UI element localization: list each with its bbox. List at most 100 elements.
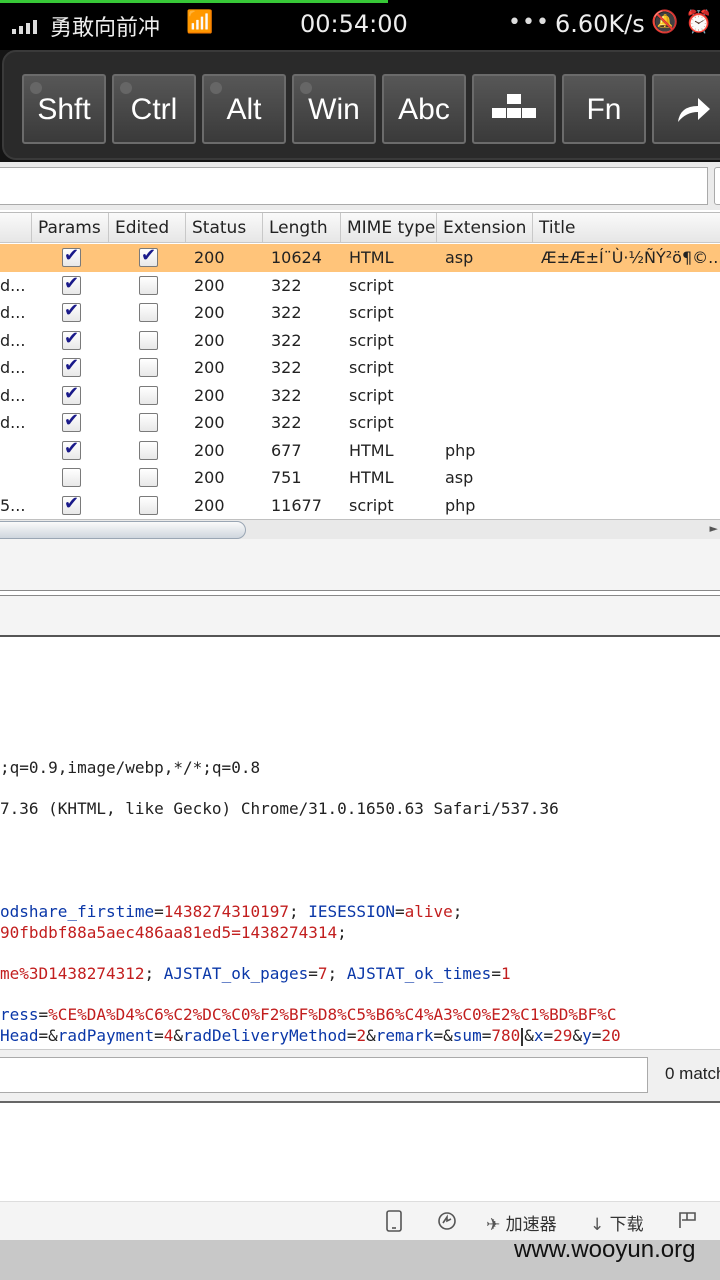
page-load-progress	[0, 0, 388, 3]
filter-input[interactable]	[0, 167, 708, 205]
title-cell	[533, 409, 720, 437]
table-row[interactable]: d... 200 322 script	[0, 299, 720, 327]
edited-checkbox[interactable]	[139, 385, 158, 405]
alt-key[interactable]: Alt	[202, 74, 286, 144]
edited-checkbox[interactable]	[139, 330, 158, 350]
column-header[interactable]: Title	[533, 213, 720, 243]
arrow-right-icon	[678, 98, 710, 122]
cookie-value: 1	[500, 964, 511, 983]
table-row[interactable]: 200 677 HTML php	[0, 437, 720, 465]
scroll-right-icon[interactable]: ►	[710, 522, 718, 535]
edited-checkbox[interactable]	[139, 275, 158, 295]
extension-cell	[437, 327, 533, 355]
request-viewer[interactable]: ;q=0.9,image/webp,*/*;q=0.8 7.36 (KHTML,…	[0, 639, 720, 1049]
param-key: remark	[375, 1026, 434, 1045]
extension-cell: asp	[445, 468, 474, 487]
signal-icon	[12, 18, 37, 34]
blocks-key[interactable]	[472, 74, 556, 144]
match-count: 0 match	[665, 1064, 720, 1083]
table-row[interactable]: 200 751 HTML asp	[0, 464, 720, 492]
status-cell: 200	[194, 385, 225, 405]
phone-icon[interactable]	[386, 1210, 402, 1237]
browser-bottom-bar: ✈ 加速器 ↓ 下载	[0, 1201, 720, 1240]
cookie-key: IESESSION	[308, 902, 395, 921]
table-row[interactable]: d... 200 322 script	[0, 327, 720, 355]
params-checkbox[interactable]	[62, 383, 81, 405]
param-value: %CE%DA%D4%C6%C2%DC%C0%F2%BF%D8%C5%B6%C4%…	[48, 1005, 617, 1024]
edited-checkbox[interactable]	[139, 413, 158, 432]
wifi-icon: 📶	[186, 10, 214, 35]
host-cell: d...	[0, 330, 26, 350]
column-host-header[interactable]	[0, 213, 32, 243]
params-checkbox[interactable]	[62, 245, 81, 267]
refresh-shape	[438, 1212, 456, 1230]
tabs-panel	[0, 539, 720, 591]
accelerator-button[interactable]: ✈ 加速器	[486, 1210, 557, 1235]
mime-cell: script	[349, 303, 394, 322]
params-checkbox[interactable]	[62, 468, 81, 487]
mime-cell: script	[349, 385, 394, 405]
column-header[interactable]: Edited	[109, 213, 186, 243]
params-checkbox[interactable]	[62, 438, 81, 460]
status-cell: 200	[194, 248, 225, 267]
status-cell: 200	[194, 413, 225, 432]
edited-checkbox[interactable]	[139, 303, 158, 322]
abc-key[interactable]: Abc	[382, 74, 466, 144]
edited-checkbox[interactable]	[139, 495, 158, 515]
message-tabs	[0, 595, 720, 637]
shift-key[interactable]: Shft	[22, 74, 106, 144]
title-cell	[533, 327, 720, 355]
mime-cell: script	[349, 495, 394, 515]
params-checkbox[interactable]	[62, 273, 81, 295]
horizontal-scrollbar[interactable]: ►	[0, 519, 720, 539]
key-label: Abc	[398, 93, 450, 126]
table-row[interactable]: d... 200 322 script	[0, 409, 720, 437]
phone-shape	[386, 1210, 402, 1232]
param-value: 29	[553, 1026, 573, 1045]
host-cell: d...	[0, 358, 26, 377]
host-cell	[0, 437, 32, 465]
edited-checkbox[interactable]	[139, 468, 158, 487]
mime-cell: script	[349, 358, 394, 377]
params-checkbox[interactable]	[62, 300, 81, 322]
edited-checkbox[interactable]	[139, 245, 158, 267]
filter-button[interactable]	[714, 167, 720, 205]
column-header[interactable]: Status	[186, 213, 263, 243]
rocket-icon: ✈	[486, 1215, 501, 1235]
column-header[interactable]: Length	[263, 213, 341, 243]
length-cell: 322	[271, 275, 302, 295]
empty-area	[0, 1105, 720, 1201]
win-key[interactable]: Win	[292, 74, 376, 144]
more-notifications-icon: •••	[508, 10, 550, 35]
fn-key[interactable]: Fn	[562, 74, 646, 144]
extension-cell: asp	[445, 248, 474, 267]
proxy-history-table: Params Edited Status Length MIME type Ex…	[0, 212, 720, 522]
table-row[interactable]: 5... 200 11677 script php	[0, 492, 720, 520]
table-row[interactable]: d... 200 322 script	[0, 354, 720, 382]
accept-value: ;q=0.9,image/webp,*/*;q=0.8	[0, 758, 261, 777]
host-cell: d...	[0, 303, 26, 322]
params-checkbox[interactable]	[62, 493, 81, 515]
host-cell: d...	[0, 413, 26, 432]
column-header[interactable]: Params	[32, 213, 109, 243]
edited-checkbox[interactable]	[139, 440, 158, 460]
params-checkbox[interactable]	[62, 410, 81, 432]
params-checkbox[interactable]	[62, 355, 81, 377]
download-button[interactable]: ↓ 下载	[590, 1210, 644, 1235]
column-header[interactable]: Extension	[437, 213, 533, 243]
refresh-icon[interactable]	[436, 1210, 458, 1237]
search-input[interactable]	[0, 1057, 648, 1093]
title-cell	[533, 272, 720, 300]
table-row[interactable]: d... 200 322 script	[0, 272, 720, 300]
flag-icon[interactable]	[678, 1210, 698, 1235]
key-label: Fn	[586, 93, 622, 126]
scrollbar-thumb[interactable]	[0, 521, 246, 539]
params-checkbox[interactable]	[62, 328, 81, 350]
edited-checkbox[interactable]	[139, 358, 158, 377]
mime-cell: script	[349, 413, 394, 432]
ctrl-key[interactable]: Ctrl	[112, 74, 196, 144]
column-header[interactable]: MIME type	[341, 213, 437, 243]
forward-key[interactable]	[652, 74, 720, 144]
table-row[interactable]: 200 10624 HTML asp Æ±Æ±Í¨Ù·½ÑÝ²ö¶©...	[0, 244, 720, 272]
table-row[interactable]: d... 200 322 script	[0, 382, 720, 410]
